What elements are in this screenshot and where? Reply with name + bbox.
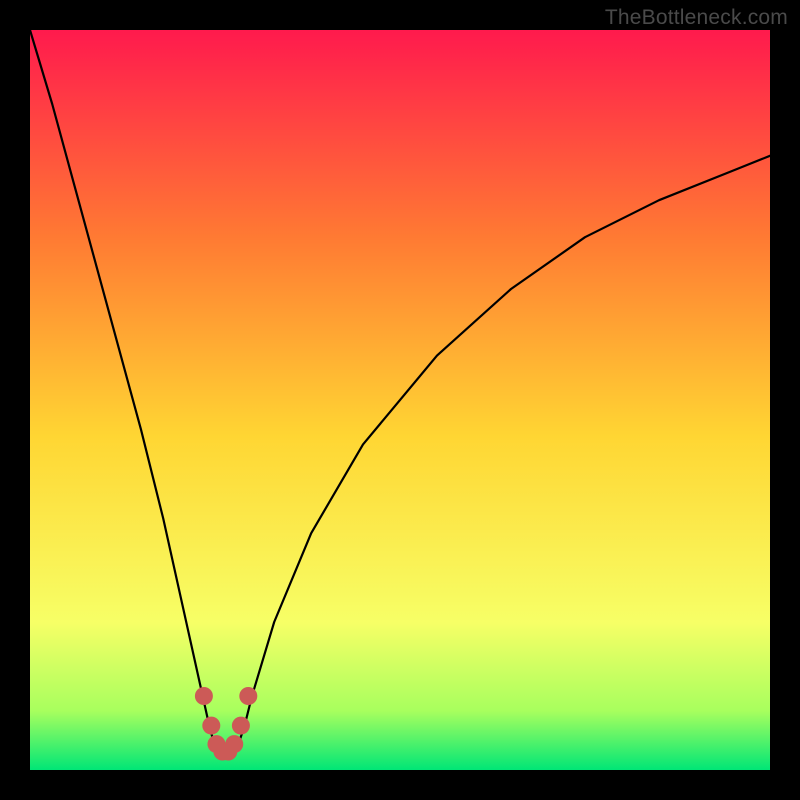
watermark-text: TheBottleneck.com [605,6,788,30]
marker-dot [225,735,243,753]
plot-area [30,30,770,770]
marker-dot [202,717,220,735]
marker-dot [232,717,250,735]
marker-dot [195,687,213,705]
marker-dot [239,687,257,705]
chart-stage: TheBottleneck.com [0,0,800,800]
plot-svg [30,30,770,770]
